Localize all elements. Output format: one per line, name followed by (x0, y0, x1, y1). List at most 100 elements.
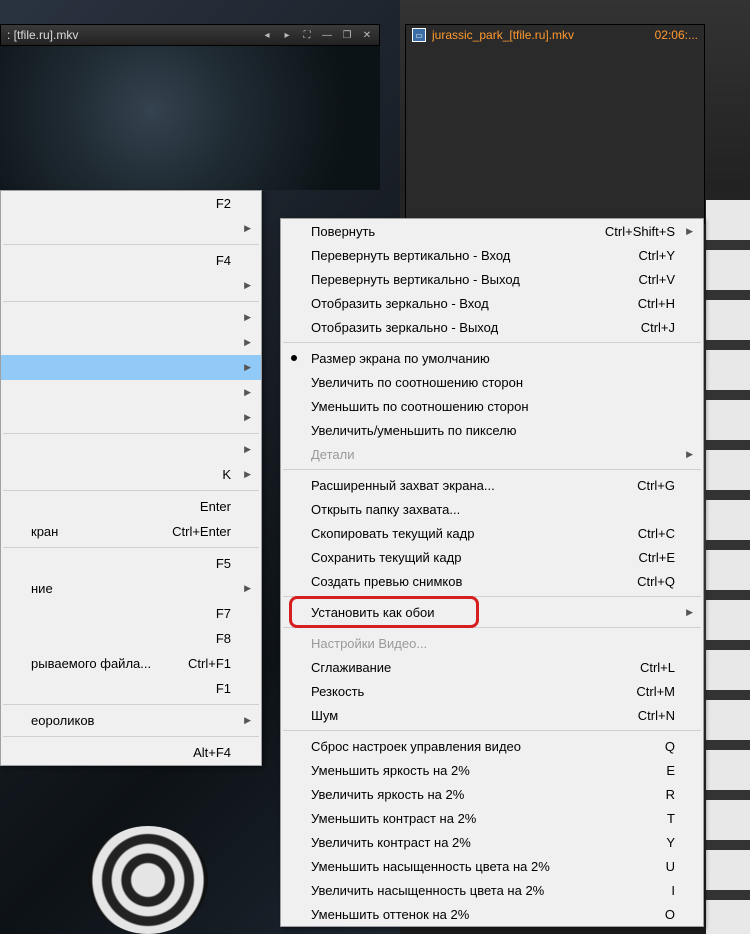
menu-item-label: Уменьшить по соотношению сторон (311, 399, 529, 414)
menu-item[interactable]: Установить как обои▶ (281, 600, 703, 624)
titlebar-buttons: ◂ ▸ ⛶ — ❐ ✕ (261, 29, 373, 41)
menu-item[interactable]: Уменьшить контраст на 2%T (281, 806, 703, 830)
context-submenu-right: ПовернутьCtrl+Shift+S▶Перевернуть вертик… (280, 218, 704, 927)
menu-item[interactable]: ▶ (1, 216, 261, 241)
menu-item-label: Создать превью снимков (311, 574, 462, 589)
btn-prev-icon[interactable]: ◂ (261, 29, 273, 41)
menu-item[interactable]: РезкостьCtrl+M (281, 679, 703, 703)
menu-item[interactable]: F4 (1, 248, 261, 273)
menu-item[interactable]: Создать превью снимков Ctrl+Q (281, 569, 703, 593)
menu-item[interactable]: Уменьшить насыщенность цвета на 2%U (281, 854, 703, 878)
menu-item-shortcut: Ctrl+H (622, 296, 675, 311)
menu-item-shortcut: Ctrl+Enter (156, 524, 231, 539)
menu-item-label: Размер экрана по умолчанию (311, 351, 490, 366)
menu-item-label: Сброс настроек управления видео (311, 739, 521, 754)
menu-item-shortcut: F2 (200, 196, 231, 211)
menu-item[interactable]: ▶ (1, 437, 261, 462)
menu-item-label: Увеличить/уменьшить по пикселю (311, 423, 516, 438)
btn-full-icon[interactable]: ⛶ (301, 29, 313, 41)
menu-item[interactable]: K▶ (1, 462, 261, 487)
menu-item[interactable]: ние▶ (1, 576, 261, 601)
menu-item-label: Детали (311, 447, 355, 462)
menu-item-label: Увеличить яркость на 2% (311, 787, 464, 802)
menu-item[interactable]: F2 (1, 191, 261, 216)
btn-min-icon[interactable]: — (321, 29, 333, 41)
menu-item[interactable]: Отобразить зеркально - ВыходCtrl+J (281, 315, 703, 339)
menu-item[interactable]: Открыть папку захвата... (281, 497, 703, 521)
menu-item[interactable]: ▶ (1, 273, 261, 298)
menu-separator (3, 301, 259, 302)
menu-item[interactable]: Увеличить по соотношению сторон (281, 370, 703, 394)
radio-bullet-icon (291, 355, 297, 361)
menu-item[interactable]: Уменьшить оттенок на 2%O (281, 902, 703, 926)
menu-item[interactable]: еороликов▶ (1, 708, 261, 733)
menu-item-label: Повернуть (311, 224, 375, 239)
submenu-arrow-icon: ▶ (686, 449, 693, 460)
menu-item[interactable]: ▶ (1, 405, 261, 430)
menu-item: Настройки Видео... (281, 631, 703, 655)
submenu-arrow-icon: ▶ (244, 469, 251, 480)
menu-separator (283, 342, 701, 343)
menu-item[interactable]: Alt+F4 (1, 740, 261, 765)
menu-item[interactable]: Enter (1, 494, 261, 519)
playlist-duration: 02:06:... (655, 28, 698, 42)
menu-item[interactable]: СглаживаниеCtrl+L (281, 655, 703, 679)
player-titlebar: : [tfile.ru].mkv ◂ ▸ ⛶ — ❐ ✕ (0, 24, 380, 46)
menu-item[interactable]: Перевернуть вертикально - ВыходCtrl+V (281, 267, 703, 291)
menu-item[interactable]: Размер экрана по умолчанию (281, 346, 703, 370)
menu-item[interactable]: рываемого файла...Ctrl+F1 (1, 651, 261, 676)
menu-separator (3, 433, 259, 434)
menu-item[interactable]: Скопировать текущий кадрCtrl+C (281, 521, 703, 545)
menu-separator (283, 627, 701, 628)
menu-item[interactable]: F8 (1, 626, 261, 651)
menu-item[interactable]: ▶ (1, 305, 261, 330)
menu-item[interactable]: Сброс настроек управления видеоQ (281, 734, 703, 758)
menu-item-shortcut: Ctrl+L (624, 660, 675, 675)
menu-item-label: Настройки Видео... (311, 636, 427, 651)
menu-item-shortcut: Enter (184, 499, 231, 514)
menu-item-shortcut: Ctrl+Y (623, 248, 675, 263)
submenu-arrow-icon: ▶ (244, 337, 251, 348)
menu-item-shortcut: F7 (200, 606, 231, 621)
menu-item[interactable]: Уменьшить по соотношению сторон (281, 394, 703, 418)
menu-item-shortcut: I (655, 883, 675, 898)
menu-item[interactable]: Увеличить насыщенность цвета на 2% I (281, 878, 703, 902)
btn-next-icon[interactable]: ▸ (281, 29, 293, 41)
submenu-arrow-icon: ▶ (244, 583, 251, 594)
menu-item[interactable]: Отобразить зеркально - ВходCtrl+H (281, 291, 703, 315)
menu-separator (283, 730, 701, 731)
menu-item-label: Резкость (311, 684, 364, 699)
menu-item[interactable]: Расширенный захват экрана...Ctrl+G (281, 473, 703, 497)
menu-item[interactable]: Увеличить/уменьшить по пикселю (281, 418, 703, 442)
menu-item[interactable]: ▶ (1, 355, 261, 380)
menu-item[interactable]: Перевернуть вертикально - ВходCtrl+Y (281, 243, 703, 267)
menu-item[interactable]: F7 (1, 601, 261, 626)
menu-item[interactable]: ▶ (1, 380, 261, 405)
menu-separator (283, 596, 701, 597)
menu-item-label: Увеличить насыщенность цвета на 2% (311, 883, 544, 898)
menu-item-shortcut: F8 (200, 631, 231, 646)
menu-item[interactable]: кранCtrl+Enter (1, 519, 261, 544)
menu-separator (3, 547, 259, 548)
menu-item[interactable]: Увеличить яркость на 2%R (281, 782, 703, 806)
menu-item-shortcut: F4 (200, 253, 231, 268)
btn-close-icon[interactable]: ✕ (361, 29, 373, 41)
menu-item-shortcut: Ctrl+Q (621, 574, 675, 589)
menu-item[interactable]: Увеличить контраст на 2%Y (281, 830, 703, 854)
menu-item[interactable]: F1 (1, 676, 261, 701)
menu-item[interactable]: ПовернутьCtrl+Shift+S▶ (281, 219, 703, 243)
menu-item[interactable]: Уменьшить яркость на 2%E (281, 758, 703, 782)
menu-item-label: Открыть папку захвата... (311, 502, 460, 517)
menu-item[interactable]: ▶ (1, 330, 261, 355)
btn-max-icon[interactable]: ❐ (341, 29, 353, 41)
menu-item-shortcut: Ctrl+V (623, 272, 675, 287)
menu-item-shortcut: F1 (200, 681, 231, 696)
wheel-graphic (88, 826, 208, 934)
playlist-item[interactable]: ▭ jurassic_park_[tfile.ru].mkv 02:06:... (406, 25, 704, 45)
menu-item[interactable]: ШумCtrl+N (281, 703, 703, 727)
menu-item[interactable]: Сохранить текущий кадрCtrl+E (281, 545, 703, 569)
background-strip (706, 200, 750, 934)
menu-item-label: еороликов (31, 713, 94, 728)
menu-item-label: Установить как обои (311, 605, 435, 620)
menu-item[interactable]: F5 (1, 551, 261, 576)
